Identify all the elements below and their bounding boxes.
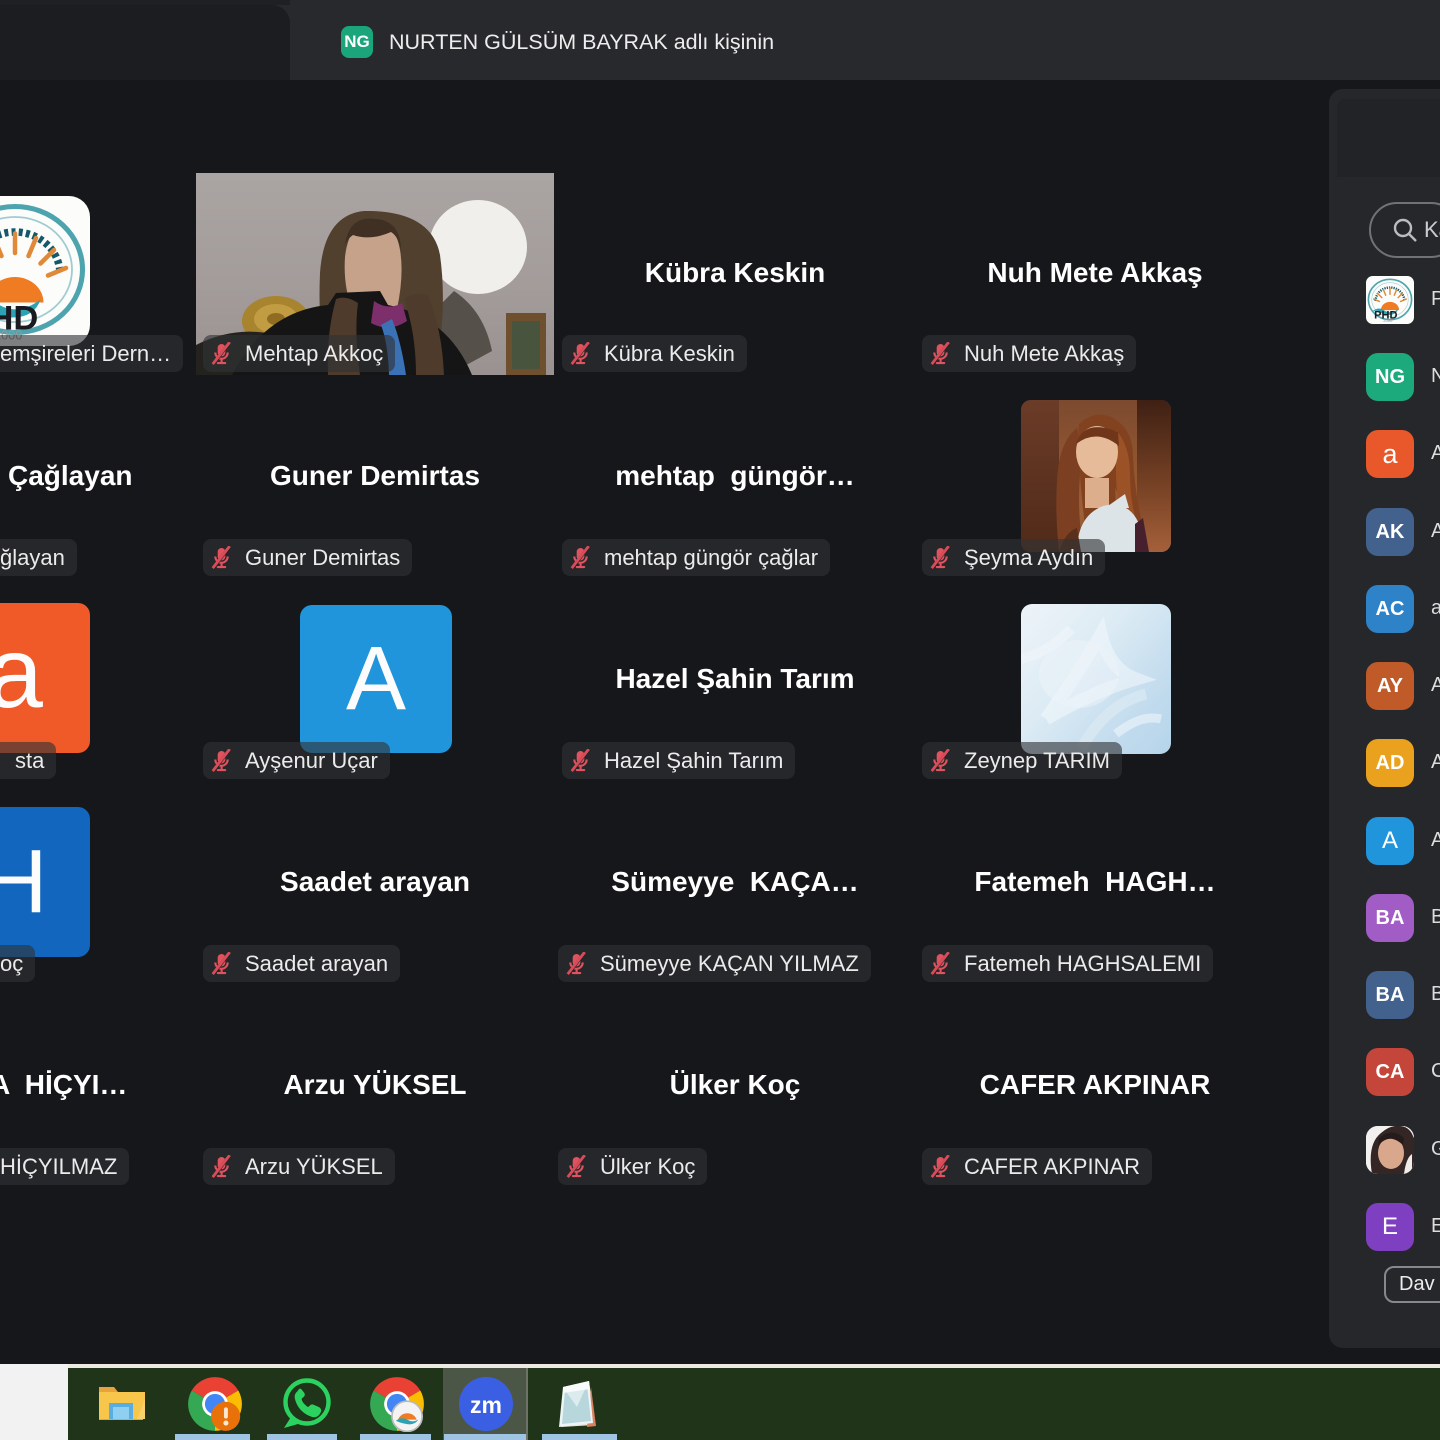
svg-text:zm: zm <box>470 1392 502 1418</box>
